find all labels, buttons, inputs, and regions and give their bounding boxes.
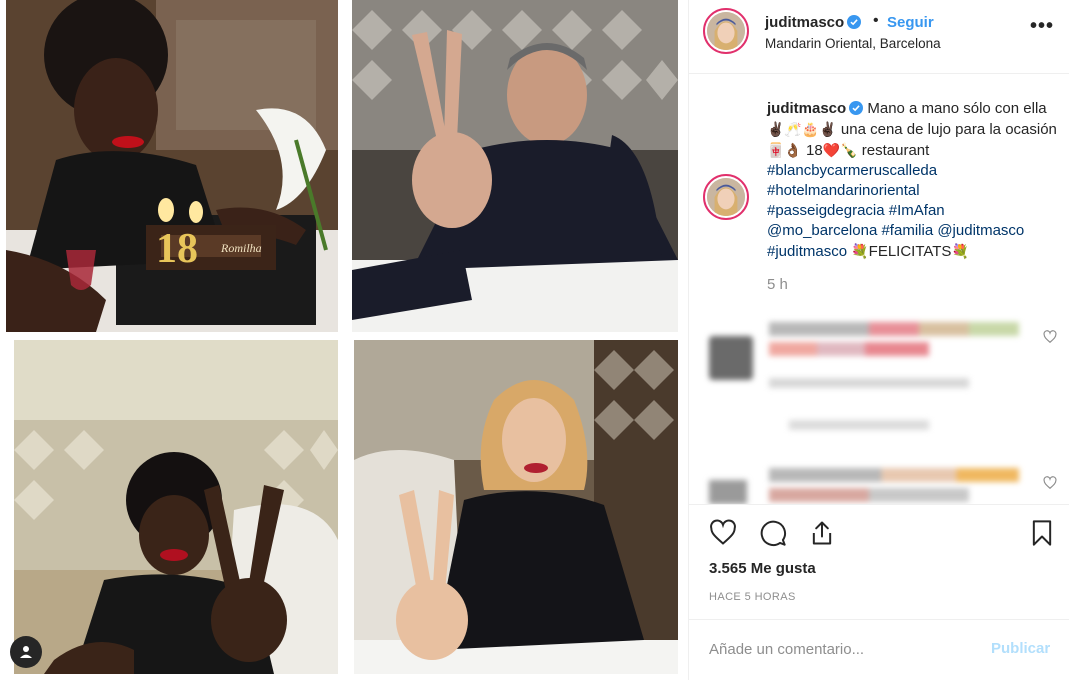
comment-form: Publicar bbox=[689, 619, 1069, 680]
hashtag-link[interactable]: #ImAfan bbox=[889, 202, 945, 219]
comment-text bbox=[769, 488, 969, 502]
caption-text: Mano a mano sólo con ella bbox=[867, 100, 1047, 117]
action-bar bbox=[689, 504, 1069, 560]
more-icon[interactable]: ••• bbox=[1029, 16, 1055, 42]
photo-woman-peace-sign bbox=[14, 340, 338, 674]
caption-emoji: ✌🏿🥂🎂✌🏿 bbox=[767, 121, 837, 137]
comment-input[interactable] bbox=[709, 638, 979, 660]
commenter-avatar bbox=[709, 336, 753, 380]
photo-birthday-cake: 18 Romilha bbox=[6, 0, 338, 332]
hashtag-link[interactable]: #passeigdegracia bbox=[767, 202, 885, 219]
post-location[interactable]: Mandarin Oriental, Barcelona bbox=[765, 36, 941, 51]
comment-text bbox=[769, 322, 1019, 336]
hashtag-link[interactable]: #blancbycarmeruscalleda bbox=[767, 162, 937, 179]
mention-link[interactable]: @mo_barcelona bbox=[767, 222, 877, 239]
post-side-panel: juditmasco • Seguir Mandarin Oriental, B… bbox=[688, 0, 1069, 680]
caption-text: restaurant bbox=[861, 142, 930, 159]
caption-emoji: ❤️🍾 bbox=[822, 142, 858, 158]
caption-emoji: 💐 bbox=[951, 243, 969, 259]
likes-count[interactable]: 3.565 Me gusta bbox=[709, 560, 816, 577]
publish-button[interactable]: Publicar bbox=[991, 640, 1050, 657]
comment-meta bbox=[769, 378, 969, 388]
post-caption: juditmasco Mano a mano sólo con ella ✌🏿🥂… bbox=[767, 99, 1063, 262]
caption-text: FELICITATS bbox=[868, 243, 952, 260]
photo-man-peace-sign bbox=[352, 0, 678, 332]
cake-candle-number: 18 bbox=[156, 226, 198, 272]
heart-icon[interactable] bbox=[707, 517, 739, 549]
author-avatar[interactable] bbox=[703, 8, 749, 54]
comment-text bbox=[769, 342, 929, 356]
share-icon[interactable] bbox=[806, 517, 838, 549]
comment-like-icon[interactable] bbox=[1043, 476, 1057, 490]
comment-like-icon[interactable] bbox=[1043, 330, 1057, 344]
cake-plaque-text: Romilha bbox=[220, 241, 262, 255]
header-separator: • bbox=[873, 12, 879, 29]
caption-timestamp: 5 h bbox=[767, 276, 788, 293]
comment-icon[interactable] bbox=[757, 517, 789, 549]
caption-avatar[interactable] bbox=[703, 174, 749, 220]
user-tag-icon[interactable] bbox=[10, 636, 42, 668]
comment-meta bbox=[789, 420, 929, 430]
author-username[interactable]: juditmasco bbox=[765, 14, 862, 31]
bookmark-icon[interactable] bbox=[1026, 517, 1058, 549]
hashtag-link[interactable]: #hotelmandarinoriental bbox=[767, 182, 920, 199]
verified-badge-icon bbox=[849, 101, 864, 115]
caption-emoji: 🀄👌🏾 bbox=[767, 142, 802, 158]
follow-button[interactable]: Seguir bbox=[887, 14, 934, 31]
hashtag-link[interactable]: #juditmasco bbox=[767, 243, 847, 260]
caption-text: 18 bbox=[806, 142, 823, 159]
mention-link[interactable]: @juditmasco bbox=[937, 222, 1024, 239]
caption-text: una cena de lujo para la ocasión bbox=[840, 121, 1057, 138]
verified-badge-icon bbox=[847, 15, 862, 29]
caption-username[interactable]: juditmasco bbox=[767, 100, 846, 117]
caption-emoji: 💐 bbox=[851, 243, 869, 259]
post-media[interactable]: 18 Romilha bbox=[0, 0, 688, 680]
hashtag-link[interactable]: #familia bbox=[881, 222, 933, 239]
comments-list bbox=[689, 308, 1069, 504]
photo-blonde-woman-peace-sign bbox=[354, 340, 678, 674]
post-date[interactable]: HACE 5 HORAS bbox=[709, 591, 796, 603]
post-header: juditmasco • Seguir Mandarin Oriental, B… bbox=[689, 0, 1069, 74]
comment-text bbox=[769, 468, 1019, 482]
commenter-avatar bbox=[709, 480, 747, 504]
